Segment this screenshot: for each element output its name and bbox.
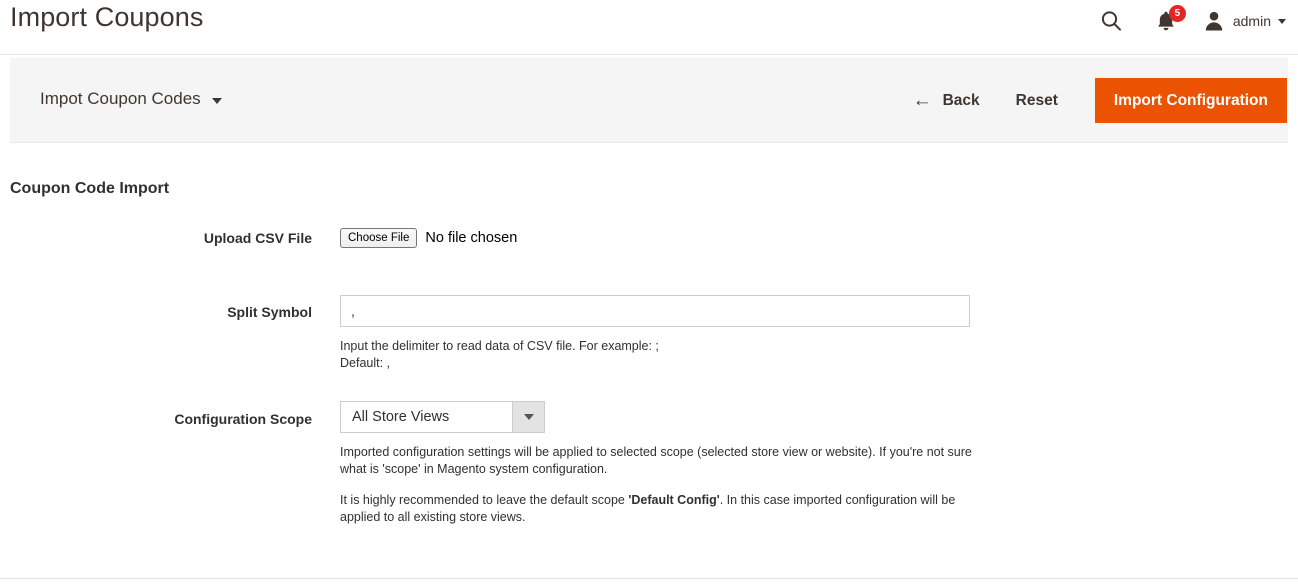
bell-icon: 5	[1155, 5, 1186, 33]
notification-count-badge: 5	[1168, 5, 1186, 22]
back-button-label: Back	[942, 91, 980, 109]
toolbar-actions: ← Back Reset Import Configuration	[913, 58, 1287, 143]
configuration-scope-control: All Store Views	[340, 401, 545, 433]
configuration-scope-label: Configuration Scope	[174, 411, 312, 427]
store-switcher-label: Impot Coupon Codes	[40, 89, 201, 108]
split-symbol-control	[340, 295, 970, 327]
configuration-scope-select[interactable]: All Store Views	[340, 401, 545, 433]
configuration-scope-note-2-bold: 'Default Config'	[628, 493, 720, 507]
import-configuration-button[interactable]: Import Configuration	[1094, 78, 1287, 123]
upload-csv-label: Upload CSV File	[203, 230, 312, 246]
chevron-down-icon	[1278, 18, 1286, 24]
page-header: Import Coupons 5 admin	[0, 0, 1298, 55]
configuration-scope-note-2-before: It is highly recommended to leave the de…	[340, 493, 629, 507]
split-symbol-note: Input the delimiter to read data of CSV …	[340, 338, 659, 372]
user-avatar-icon	[1204, 10, 1224, 32]
store-switcher[interactable]: Impot Coupon Codes	[40, 89, 222, 109]
choose-file-button[interactable]: Choose File	[340, 228, 418, 248]
file-chosen-status: No file chosen	[425, 230, 518, 246]
upload-csv-control: Choose File No file chosen	[340, 228, 517, 248]
admin-menu[interactable]: admin	[1204, 10, 1290, 32]
arrow-left-icon: ←	[912, 90, 932, 111]
reset-button[interactable]: Reset	[1016, 92, 1058, 110]
chevron-down-icon	[211, 97, 222, 104]
search-icon	[1099, 9, 1123, 33]
page-title: Import Coupons	[10, 2, 204, 32]
select-arrow-button[interactable]	[512, 402, 544, 432]
header-tools: 5 admin	[1090, 0, 1290, 42]
section-title: Coupon Code Import	[10, 180, 170, 197]
page-actions-toolbar: Impot Coupon Codes ← Back Reset Import C…	[10, 58, 1288, 143]
back-button[interactable]: ← Back	[913, 91, 980, 110]
bottom-divider	[0, 578, 1298, 579]
split-symbol-note-line1: Input the delimiter to read data of CSV …	[340, 339, 659, 353]
admin-name: admin	[1232, 13, 1271, 29]
configuration-scope-selected-value: All Store Views	[352, 409, 450, 425]
notifications-button[interactable]: 5	[1144, 0, 1188, 42]
split-symbol-note-line2: Default: ,	[340, 356, 391, 370]
search-button[interactable]	[1090, 0, 1132, 42]
configuration-scope-note-1: Imported configuration settings will be …	[340, 445, 972, 476]
split-symbol-label: Split Symbol	[227, 304, 312, 320]
configuration-scope-note-2: It is highly recommended to leave the de…	[340, 492, 990, 526]
split-symbol-input[interactable]	[340, 295, 970, 327]
chevron-down-icon	[523, 414, 534, 420]
